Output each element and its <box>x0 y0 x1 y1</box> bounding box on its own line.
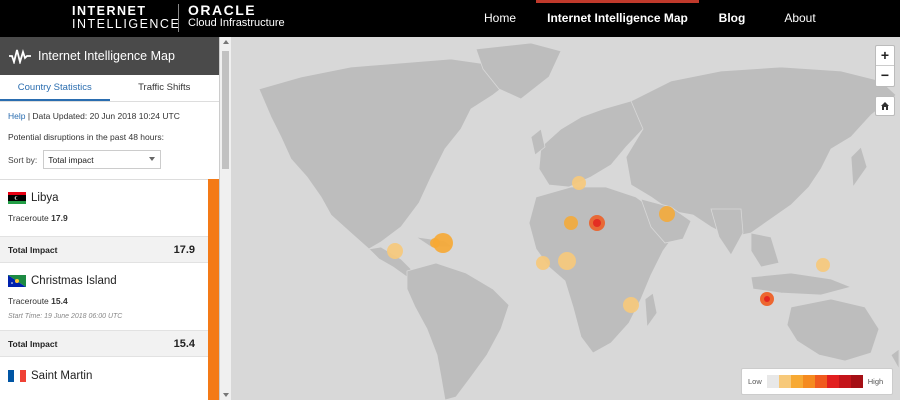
sort-value: Total impact <box>48 154 94 165</box>
country-metric: Traceroute 15.4 <box>8 296 208 306</box>
sidebar-scrollbar[interactable] <box>219 37 231 400</box>
world-map-canvas[interactable] <box>231 37 900 400</box>
country-name: Christmas Island <box>31 275 117 287</box>
sidebar-tabs: Country Statistics Traffic Shifts <box>0 75 219 102</box>
country-card-saint-martin[interactable]: Saint Martin <box>0 367 208 385</box>
marker-libya-core <box>593 219 601 227</box>
country-name-row: Libya <box>8 189 208 207</box>
france-flag-icon <box>8 370 26 382</box>
country-card-libya[interactable]: Libya Traceroute 17.9 <box>0 189 208 223</box>
chevron-down-icon <box>149 157 156 161</box>
nav-about[interactable]: About <box>780 0 820 37</box>
metric-value: 15.4 <box>51 296 68 306</box>
disruptions-text: Potential disruptions in the past 48 hou… <box>8 132 164 142</box>
zoom-in-button[interactable]: + <box>876 46 894 66</box>
country-name-row: Saint Martin <box>8 367 208 385</box>
nav-home[interactable]: Home <box>478 0 522 37</box>
scroll-thumb[interactable] <box>222 51 229 169</box>
madagascar-landmass <box>644 292 658 329</box>
impact-indicator-bar <box>208 179 219 400</box>
total-impact-value: 15.4 <box>173 337 195 350</box>
country-metric: Traceroute 17.9 <box>8 213 208 223</box>
south-america-landmass <box>406 262 510 400</box>
data-updated-line: Help | Data Updated: 20 Jun 2018 10:24 U… <box>0 111 219 121</box>
oracle-subtitle: Cloud Infrastructure <box>188 17 285 29</box>
metric-label: Traceroute <box>8 296 49 306</box>
marker-east-africa <box>623 297 639 313</box>
zoom-out-button[interactable]: − <box>876 66 894 86</box>
total-impact-label: Total Impact <box>8 244 58 255</box>
help-link[interactable]: Help <box>8 111 25 121</box>
oracle-wordmark: ORACLE <box>188 2 257 18</box>
marker-caribbean-2 <box>430 238 440 248</box>
legend-swatch <box>802 375 815 388</box>
nav-internet-intelligence-map[interactable]: Internet Intelligence Map <box>536 0 699 37</box>
japan-landmass <box>850 146 868 189</box>
sort-select[interactable]: Total impact <box>43 150 162 169</box>
total-impact-row: Total Impact 17.9 <box>0 236 208 263</box>
country-list: Libya Traceroute 17.9 Total Impact 17.9 … <box>0 179 219 400</box>
oracle-logo[interactable]: ORACLE Cloud Infrastructure <box>188 2 285 30</box>
marker-central-america <box>387 243 403 259</box>
world-map[interactable]: + − Low High <box>231 37 900 400</box>
tab-country-statistics[interactable]: Country Statistics <box>0 75 110 101</box>
total-impact-value: 17.9 <box>173 243 195 256</box>
sidebar-header: Internet Intelligence Map <box>0 37 219 75</box>
total-impact-label: Total Impact <box>8 338 58 349</box>
legend-swatch <box>790 375 803 388</box>
tab-traffic-shifts[interactable]: Traffic Shifts <box>110 75 220 101</box>
scroll-up-icon[interactable] <box>223 40 229 44</box>
top-nav: INTERNET INTELLIGENCE ORACLE Cloud Infra… <box>0 0 900 37</box>
home-icon <box>881 102 889 110</box>
zoom-controls: + − <box>875 45 895 87</box>
internet-intelligence-logo[interactable]: INTERNET INTELLIGENCE <box>72 5 180 31</box>
sort-row: Sort by: Total impact <box>0 150 219 169</box>
logo-line-2: INTELLIGENCE <box>72 17 181 31</box>
marker-christmas-island-core <box>764 296 770 302</box>
se-asia-landmass <box>750 232 780 268</box>
logo-divider <box>178 4 179 32</box>
marker-algeria <box>564 216 578 230</box>
legend-low-label: Low <box>748 377 762 386</box>
australia-landmass <box>786 298 880 362</box>
libya-flag-icon <box>8 192 26 204</box>
country-name-row: Christmas Island <box>8 272 208 290</box>
legend-swatch <box>814 375 827 388</box>
country-name: Libya <box>31 192 59 204</box>
christmas-island-flag-icon <box>8 275 26 287</box>
nav-blog[interactable]: Blog <box>714 0 750 37</box>
country-card-christmas-island[interactable]: Christmas Island Traceroute 15.4 Start T… <box>0 272 208 320</box>
legend-swatches <box>766 375 863 388</box>
legend-high-label: High <box>867 377 884 386</box>
scroll-down-icon[interactable] <box>223 393 229 397</box>
sort-label: Sort by: <box>8 154 38 165</box>
marker-pacific <box>816 258 830 272</box>
sidebar: Internet Intelligence Map Country Statis… <box>0 37 219 400</box>
marker-iraq <box>659 206 675 222</box>
legend-swatch <box>778 375 791 388</box>
metric-label: Traceroute <box>8 213 49 223</box>
north-america-landmass <box>258 58 517 250</box>
marker-italy <box>572 176 586 190</box>
india-landmass <box>710 208 744 256</box>
marker-west-africa-1 <box>536 256 550 270</box>
new-zealand-landmass <box>890 348 900 371</box>
legend-swatch <box>838 375 851 388</box>
legend-swatch <box>826 375 839 388</box>
start-time: Start Time: 19 June 2018 06:00 UTC <box>8 313 123 320</box>
legend-swatch <box>766 375 779 388</box>
home-view-button[interactable] <box>875 96 895 116</box>
country-name: Saint Martin <box>31 370 93 382</box>
indonesia-landmass <box>750 272 853 296</box>
marker-west-africa-2 <box>558 252 576 270</box>
impact-legend: Low High <box>741 368 893 395</box>
pulse-icon <box>9 49 31 64</box>
metric-value: 17.9 <box>51 213 68 223</box>
legend-swatch <box>850 375 863 388</box>
data-updated-text: | Data Updated: 20 Jun 2018 10:24 UTC <box>25 111 180 121</box>
sidebar-title: Internet Intelligence Map <box>38 49 175 63</box>
total-impact-row: Total Impact 15.4 <box>0 330 208 357</box>
